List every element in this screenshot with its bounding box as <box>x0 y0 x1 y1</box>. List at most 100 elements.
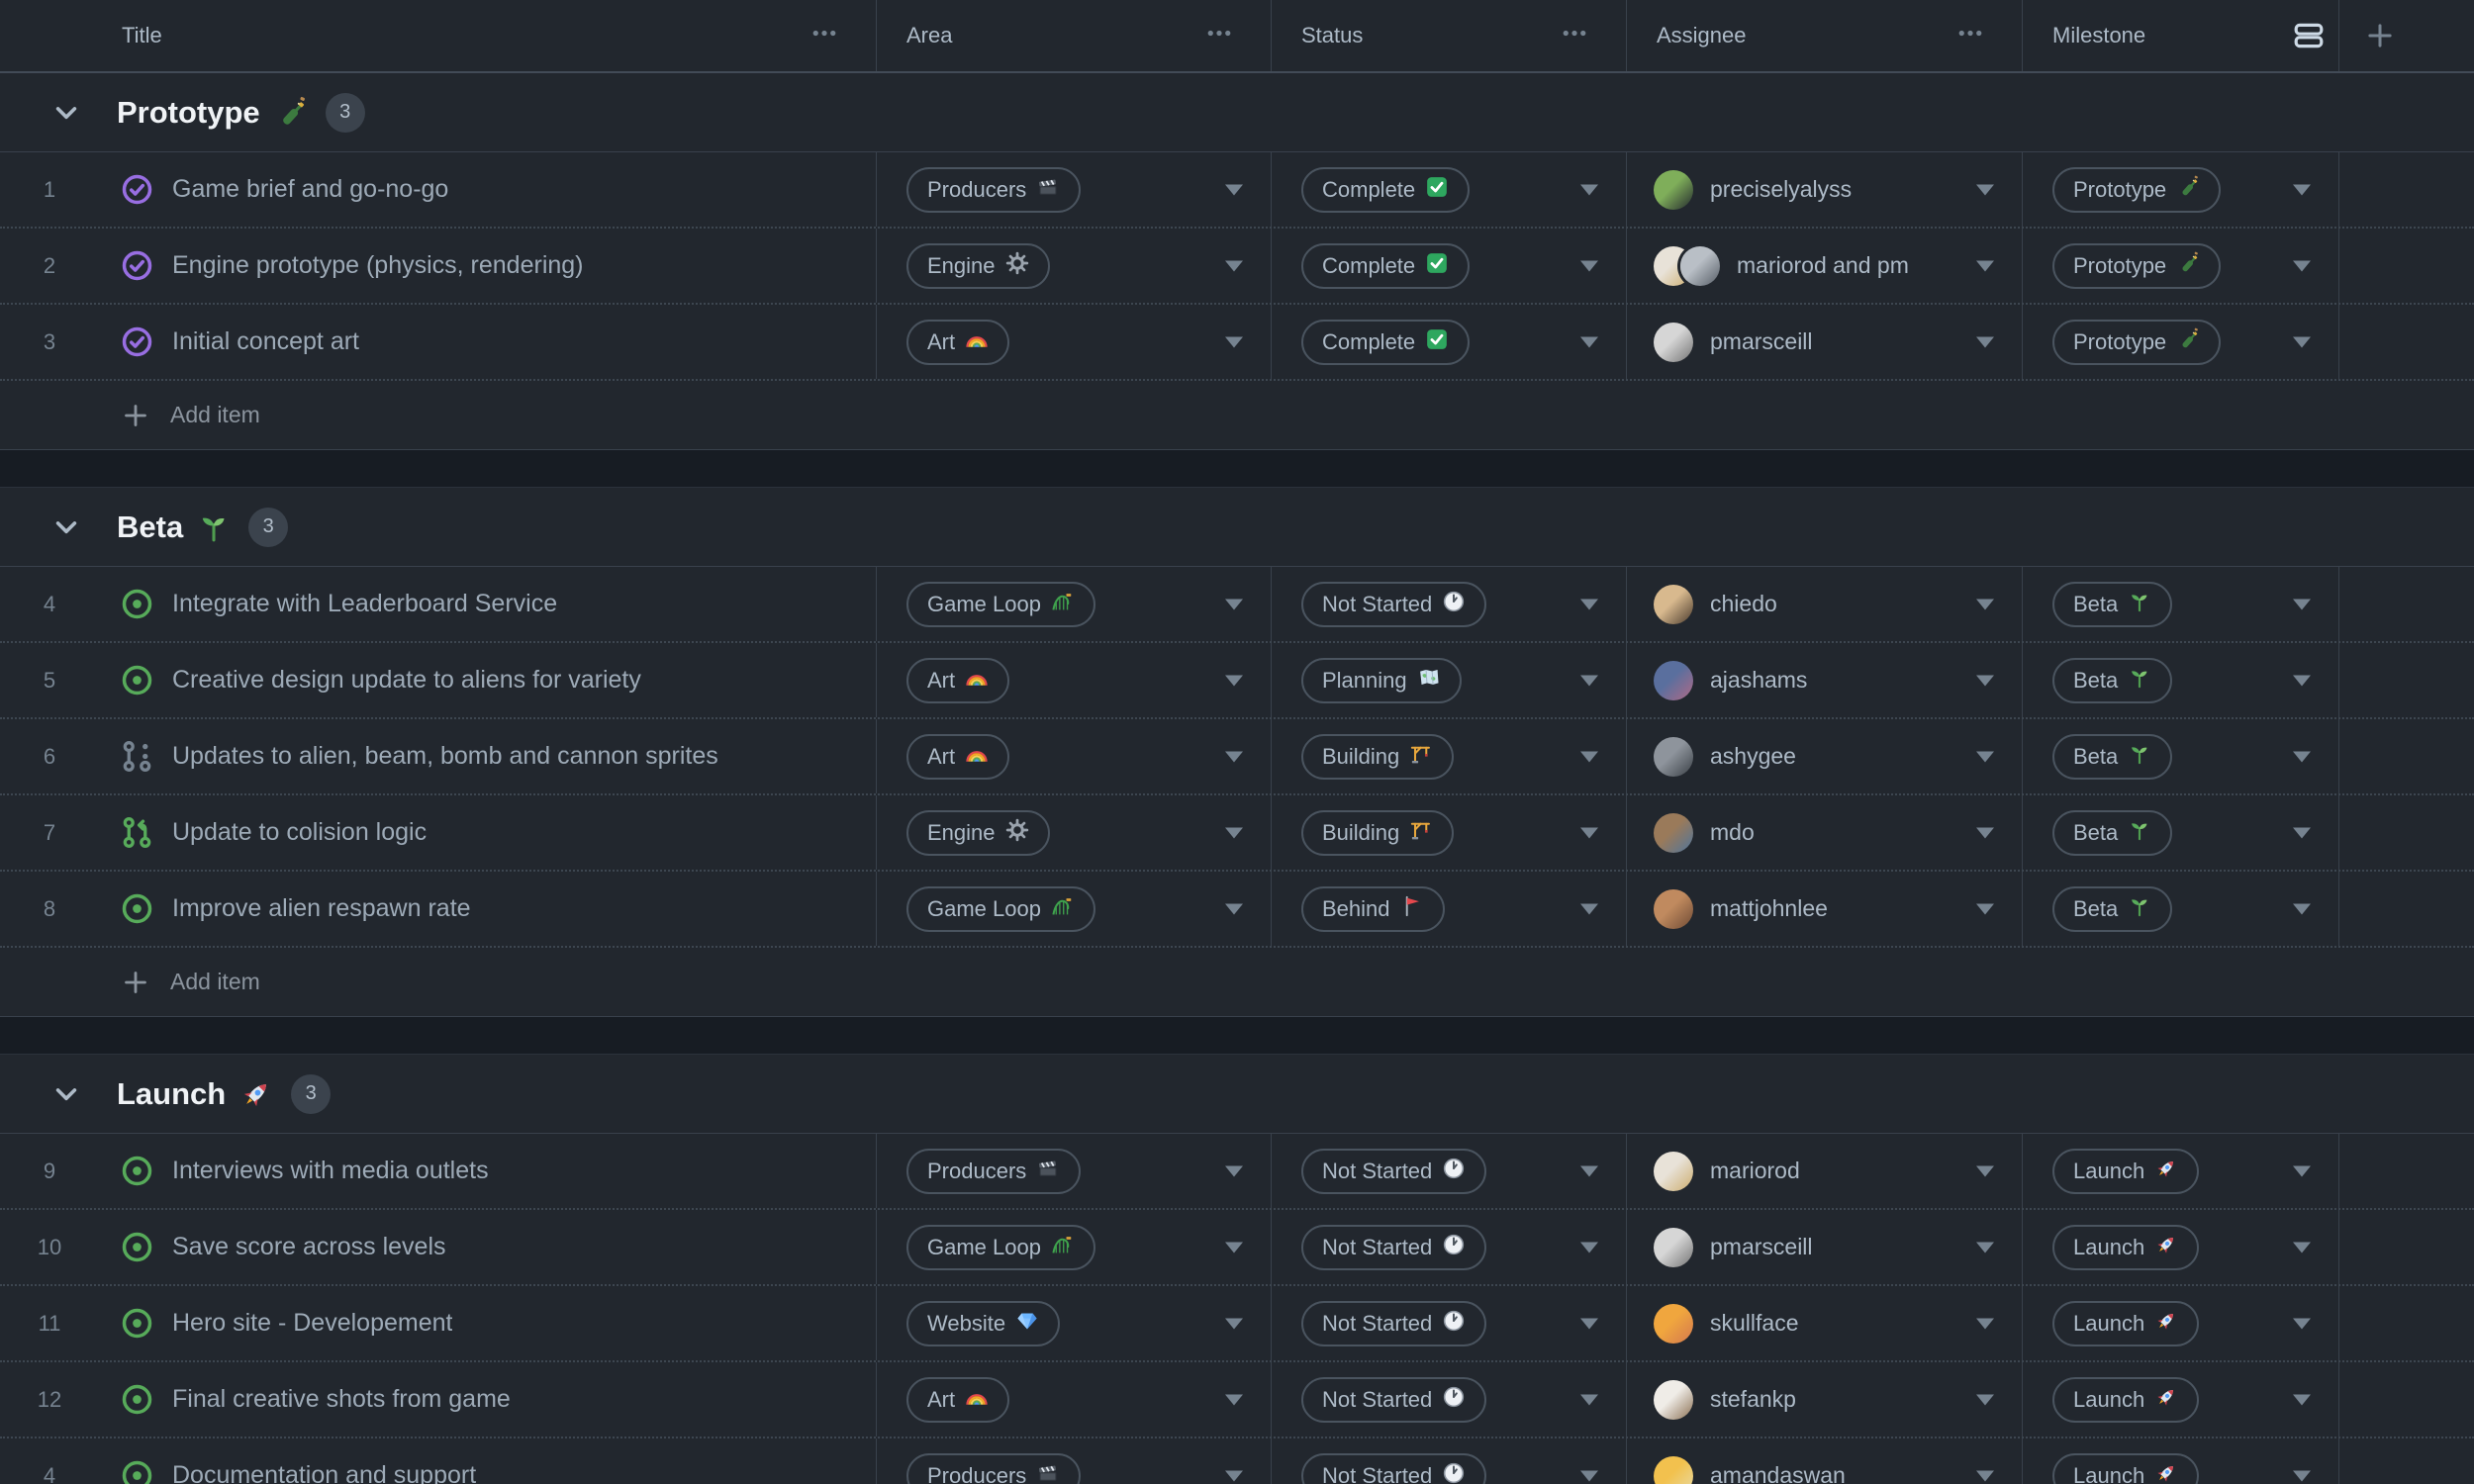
milestone-pill[interactable]: Launch <box>2052 1300 2200 1346</box>
dropdown-caret-icon[interactable] <box>2293 1165 2311 1176</box>
dropdown-caret-icon[interactable] <box>1225 1165 1243 1176</box>
dropdown-caret-icon[interactable] <box>1580 1470 1598 1481</box>
chevron-down-icon[interactable] <box>51 1079 81 1109</box>
avatar[interactable] <box>1654 1455 1693 1484</box>
dropdown-caret-icon[interactable] <box>1225 260 1243 271</box>
avatar-stack[interactable] <box>1654 1379 1693 1420</box>
assignee-name[interactable]: pmarsceill <box>1710 328 1813 355</box>
dropdown-caret-icon[interactable] <box>2293 1242 2311 1252</box>
item-title-link[interactable]: Creative design update to aliens for var… <box>172 666 641 695</box>
assignee-name[interactable]: amandaswan <box>1710 1462 1846 1484</box>
avatar-stack[interactable] <box>1654 660 1693 700</box>
dropdown-caret-icon[interactable] <box>1225 1470 1243 1481</box>
avatar-stack[interactable] <box>1654 584 1693 624</box>
item-title-link[interactable]: Save score across levels <box>172 1233 446 1261</box>
column-header-status[interactable]: Status <box>1272 0 1627 71</box>
avatar-stack[interactable] <box>1654 322 1693 362</box>
rows-icon[interactable] <box>2293 20 2325 51</box>
avatar-stack[interactable] <box>1654 1151 1693 1191</box>
status-pill[interactable]: Complete <box>1301 242 1471 289</box>
item-title-link[interactable]: Game brief and go-no-go <box>172 175 448 204</box>
status-pill[interactable]: Building <box>1301 733 1455 780</box>
dropdown-caret-icon[interactable] <box>1580 751 1598 762</box>
item-title-link[interactable]: Updates to alien, beam, bomb and cannon … <box>172 742 718 771</box>
column-header-assignee[interactable]: Assignee <box>1627 0 2023 71</box>
avatar-stack[interactable] <box>1654 812 1693 853</box>
item-title-link[interactable]: Improve alien respawn rate <box>172 894 471 923</box>
dropdown-caret-icon[interactable] <box>1580 903 1598 914</box>
item-title-link[interactable]: Documentation and support <box>172 1461 476 1484</box>
area-pill[interactable]: Producers <box>906 166 1082 213</box>
status-pill[interactable]: Planning <box>1301 657 1462 703</box>
dropdown-caret-icon[interactable] <box>2293 260 2311 271</box>
status-pill[interactable]: Behind <box>1301 885 1445 932</box>
area-pill[interactable]: Game Loop <box>906 581 1095 627</box>
assignee-name[interactable]: chiedo <box>1710 591 1777 617</box>
status-pill[interactable]: Not Started <box>1301 1452 1487 1484</box>
dropdown-caret-icon[interactable] <box>1580 336 1598 347</box>
milestone-pill[interactable]: Beta <box>2052 885 2173 932</box>
dropdown-caret-icon[interactable] <box>1225 1318 1243 1329</box>
dropdown-caret-icon[interactable] <box>1580 827 1598 838</box>
area-pill[interactable]: Game Loop <box>906 885 1095 932</box>
dropdown-caret-icon[interactable] <box>1976 1242 1994 1252</box>
item-title-link[interactable]: Interviews with media outlets <box>172 1157 489 1185</box>
assignee-name[interactable]: ashygee <box>1710 743 1796 770</box>
avatar[interactable] <box>1654 1303 1693 1344</box>
assignee-name[interactable]: preciselyalyss <box>1710 176 1852 203</box>
item-title-link[interactable]: Integrate with Leaderboard Service <box>172 590 557 618</box>
area-pill[interactable]: Art <box>906 733 1010 780</box>
assignee-name[interactable]: mariorod and pm <box>1737 252 1909 279</box>
column-menu-icon[interactable] <box>1561 20 1588 52</box>
dropdown-caret-icon[interactable] <box>1225 1242 1243 1252</box>
dropdown-caret-icon[interactable] <box>1225 599 1243 609</box>
milestone-pill[interactable]: Launch <box>2052 1376 2200 1423</box>
area-pill[interactable]: Engine <box>906 242 1050 289</box>
avatar[interactable] <box>1654 169 1693 210</box>
dropdown-caret-icon[interactable] <box>1580 599 1598 609</box>
avatar[interactable] <box>1654 584 1693 624</box>
dropdown-caret-icon[interactable] <box>2293 1470 2311 1481</box>
assignee-name[interactable]: skullface <box>1710 1310 1798 1337</box>
avatar[interactable] <box>1654 1379 1693 1420</box>
dropdown-caret-icon[interactable] <box>1580 675 1598 686</box>
status-pill[interactable]: Not Started <box>1301 1224 1487 1270</box>
dropdown-caret-icon[interactable] <box>1225 751 1243 762</box>
item-title-link[interactable]: Update to colision logic <box>172 818 427 847</box>
dropdown-caret-icon[interactable] <box>1225 903 1243 914</box>
dropdown-caret-icon[interactable] <box>1580 1165 1598 1176</box>
dropdown-caret-icon[interactable] <box>2293 599 2311 609</box>
area-pill[interactable]: Art <box>906 657 1010 703</box>
assignee-name[interactable]: mattjohnlee <box>1710 895 1828 922</box>
milestone-pill[interactable]: Beta <box>2052 581 2173 627</box>
dropdown-caret-icon[interactable] <box>1976 1165 1994 1176</box>
avatar[interactable] <box>1654 1151 1693 1191</box>
dropdown-caret-icon[interactable] <box>1225 1394 1243 1405</box>
column-menu-icon[interactable] <box>810 20 838 52</box>
dropdown-caret-icon[interactable] <box>1225 675 1243 686</box>
milestone-pill[interactable]: Launch <box>2052 1224 2200 1270</box>
avatar-stack[interactable] <box>1654 245 1720 286</box>
area-pill[interactable]: Game Loop <box>906 1224 1095 1270</box>
area-pill[interactable]: Producers <box>906 1148 1082 1194</box>
dropdown-caret-icon[interactable] <box>2293 1318 2311 1329</box>
dropdown-caret-icon[interactable] <box>1580 260 1598 271</box>
dropdown-caret-icon[interactable] <box>2293 1394 2311 1405</box>
avatar[interactable] <box>1654 1227 1693 1267</box>
assignee-name[interactable]: stefankp <box>1710 1386 1796 1413</box>
dropdown-caret-icon[interactable] <box>1580 1318 1598 1329</box>
area-pill[interactable]: Art <box>906 1376 1010 1423</box>
item-title-link[interactable]: Engine prototype (physics, rendering) <box>172 251 584 280</box>
avatar-stack[interactable] <box>1654 888 1693 929</box>
column-menu-icon[interactable] <box>1205 20 1233 52</box>
status-pill[interactable]: Complete <box>1301 319 1471 365</box>
avatar[interactable] <box>1654 812 1693 853</box>
dropdown-caret-icon[interactable] <box>1976 827 1994 838</box>
milestone-pill[interactable]: Beta <box>2052 657 2173 703</box>
assignee-name[interactable]: mdo <box>1710 819 1755 846</box>
plus-icon[interactable] <box>2365 21 2395 50</box>
assignee-name[interactable]: pmarsceill <box>1710 1234 1813 1260</box>
status-pill[interactable]: Building <box>1301 809 1455 856</box>
dropdown-caret-icon[interactable] <box>1580 184 1598 195</box>
chevron-down-icon[interactable] <box>51 512 81 542</box>
